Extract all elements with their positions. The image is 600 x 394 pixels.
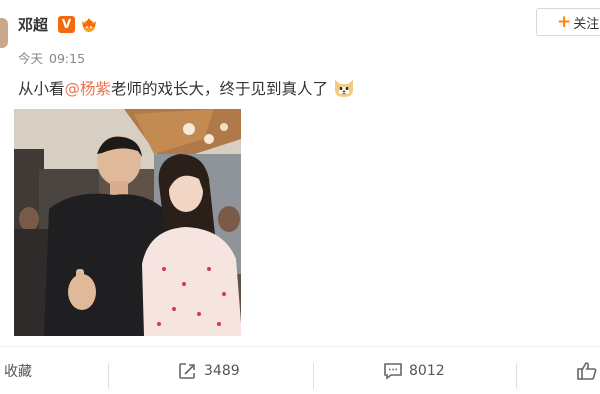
post-time: 今天 09:15 — [18, 48, 85, 67]
repost-button[interactable]: 3489 — [178, 347, 240, 394]
like-icon — [577, 362, 597, 380]
favorite-label: 收藏 — [4, 364, 32, 380]
username[interactable]: 邓超 — [18, 14, 48, 35]
time-value: 09:15 — [49, 51, 86, 66]
favorite-button[interactable]: 收藏 — [4, 347, 32, 394]
dog-emoji-icon — [332, 76, 356, 100]
post-text-after: 老师的戏长大，终于见到真人了 — [111, 80, 329, 98]
mention-link[interactable]: @杨紫 — [65, 77, 112, 99]
comment-button[interactable]: 8012 — [383, 347, 445, 394]
repost-icon — [179, 363, 195, 379]
action-divider — [108, 363, 109, 389]
action-divider — [516, 363, 517, 389]
post-photo[interactable] — [14, 109, 241, 336]
time-label: 今天 — [18, 51, 44, 66]
like-button[interactable] — [576, 347, 600, 394]
follow-label: 关注 — [573, 16, 600, 32]
comment-icon — [384, 363, 402, 380]
comment-count: 8012 — [409, 363, 445, 379]
follow-button[interactable]: + 关注 — [536, 8, 600, 36]
action-bar: 收藏 3489 8012 — [0, 346, 600, 394]
plus-icon: + — [557, 12, 572, 32]
crown-badge-icon[interactable] — [79, 15, 99, 33]
post-text: 从小看 @杨紫 老师的戏长大，终于见到真人了 — [18, 76, 356, 100]
post-header: 邓超 V — [18, 12, 99, 36]
action-divider — [313, 363, 314, 389]
avatar[interactable] — [0, 18, 8, 48]
post-text-before: 从小看 — [18, 80, 65, 98]
verified-v-icon: V — [58, 15, 76, 33]
repost-count: 3489 — [204, 363, 240, 379]
